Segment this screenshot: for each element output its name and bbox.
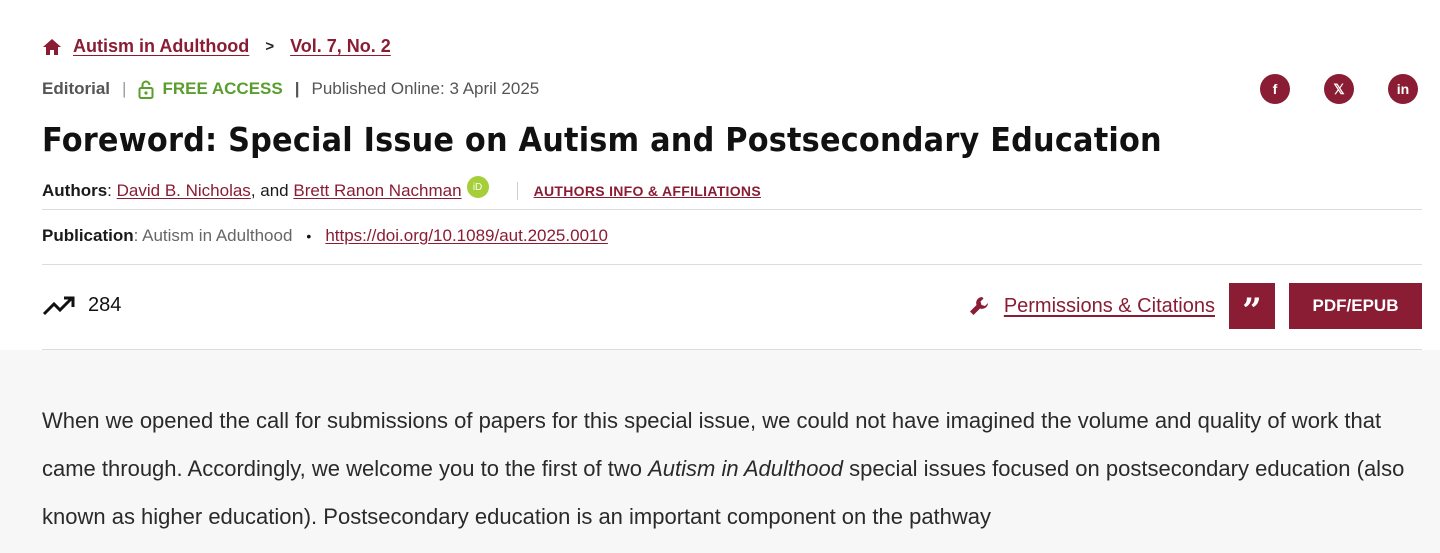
authors-colon: :	[107, 181, 112, 200]
free-access-badge: FREE ACCESS	[138, 79, 283, 99]
author-link[interactable]: Brett Ranon Nachman	[293, 181, 461, 201]
bullet-separator: •	[306, 228, 312, 244]
divider	[42, 264, 1422, 265]
linkedin-icon[interactable]: in	[1388, 74, 1418, 104]
social-share: f 𝕏 in	[1260, 74, 1418, 104]
published-date: Published Online: 3 April 2025	[311, 79, 540, 98]
permissions-citations-link[interactable]: Permissions & Citations	[968, 295, 1215, 318]
article-actions: Permissions & Citations ” PDF/EPUB	[968, 283, 1422, 331]
meta-divider: |	[122, 79, 127, 98]
breadcrumb-separator: >	[265, 38, 275, 55]
doi-link[interactable]: https://doi.org/10.1089/aut.2025.0010	[325, 226, 608, 246]
authors-info-link[interactable]: AUTHORS INFO & AFFILIATIONS	[516, 182, 761, 200]
publication-label: Publication	[42, 226, 134, 245]
home-icon[interactable]	[42, 38, 62, 56]
article-body: When we opened the call for submissions …	[0, 350, 1440, 553]
article-meta: Editorial | FREE ACCESS | Published Onli…	[42, 78, 1422, 100]
pdf-epub-button[interactable]: PDF/EPUB	[1289, 283, 1422, 329]
body-paragraph: When we opened the call for submissions …	[42, 397, 1427, 541]
article-type: Editorial	[42, 79, 111, 98]
journal-name-italic: Autism in Adulthood	[648, 456, 843, 481]
facebook-icon[interactable]: f	[1260, 74, 1290, 104]
trending-up-icon	[42, 296, 75, 315]
wrench-icon	[969, 297, 988, 315]
views-count: 284	[88, 294, 122, 316]
divider	[42, 209, 1422, 210]
x-twitter-icon[interactable]: 𝕏	[1324, 74, 1354, 104]
unlock-icon	[138, 80, 154, 99]
cite-quote-button[interactable]: ”	[1229, 283, 1275, 331]
publication-journal: : Autism in Adulthood	[133, 226, 293, 245]
permissions-label: Permissions & Citations	[1003, 294, 1215, 317]
authors-joiner: , and	[250, 181, 289, 200]
article-title: Foreword: Special Issue on Autism and Po…	[42, 120, 1162, 159]
breadcrumb-journal-link[interactable]: Autism in Adulthood	[73, 36, 249, 57]
orcid-icon[interactable]: iD	[466, 176, 489, 198]
authors-label: Authors	[42, 181, 108, 200]
free-access-label: FREE ACCESS	[162, 79, 283, 98]
breadcrumb-issue-link[interactable]: Vol. 7, No. 2	[290, 36, 391, 57]
article-header: Autism in Adulthood > Vol. 7, No. 2 Edit…	[0, 0, 1440, 350]
publication-line: Publication : Autism in Adulthood • http…	[42, 226, 1422, 246]
meta-divider: |	[294, 79, 300, 98]
breadcrumb: Autism in Adulthood > Vol. 7, No. 2	[42, 36, 1422, 57]
author-link[interactable]: David B. Nicholas	[117, 181, 251, 201]
authors-line: Authors: David B. Nicholas, and Brett Ra…	[42, 176, 1422, 202]
